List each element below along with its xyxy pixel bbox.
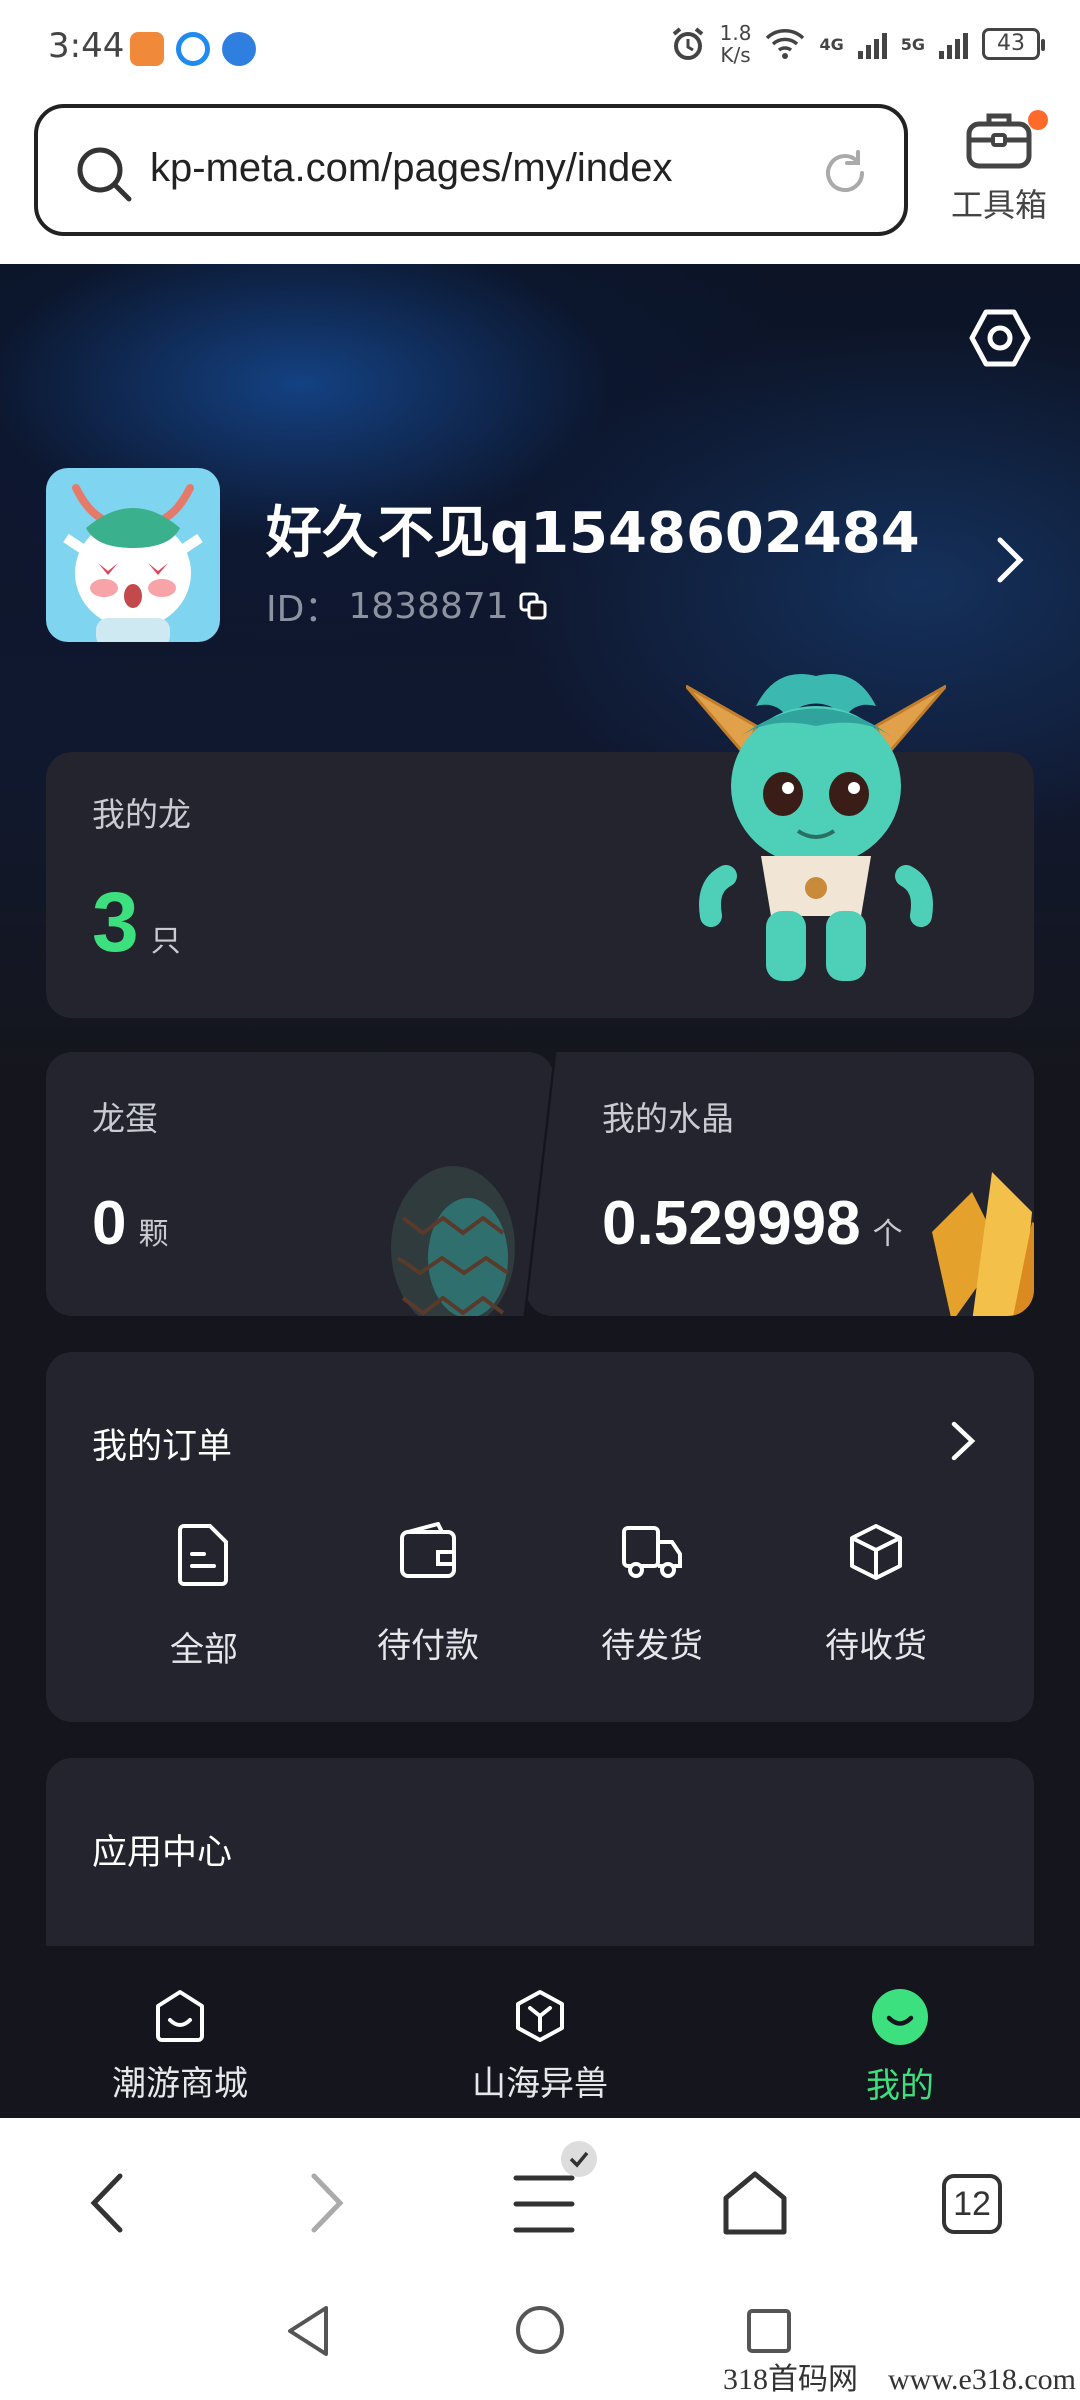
tab-label: 我的 xyxy=(866,2066,934,2106)
watermark: 318首码网 www.e318.com xyxy=(722,2363,1076,2396)
signal-icon xyxy=(939,29,968,59)
dragon-mascot-image xyxy=(686,674,946,981)
toolbox-label: 工具箱 xyxy=(950,186,1047,224)
user-id-value: 1838871 xyxy=(348,585,509,627)
my-dragon-title: 我的龙 xyxy=(92,795,191,834)
dragon-egg-title: 龙蛋 xyxy=(92,1099,158,1138)
search-icon xyxy=(77,147,132,202)
order-pending-receipt-button[interactable]: 待收货 xyxy=(776,1522,976,1667)
order-label: 待付款 xyxy=(377,1626,479,1666)
menu-icon xyxy=(513,2175,575,2233)
wallet-icon xyxy=(400,1522,456,1578)
app-notification-icon xyxy=(130,32,164,66)
tab-beasts[interactable]: 山海异兽 xyxy=(430,1988,650,2105)
alarm-icon xyxy=(672,27,703,60)
toolbox-icon xyxy=(966,113,1032,169)
notification-dot xyxy=(1028,110,1048,130)
truck-icon xyxy=(622,1526,682,1578)
app-center-card: 应用中心 xyxy=(46,1758,1034,1946)
system-nav-bar: 318首码网 www.e318.com xyxy=(0,2288,1080,2400)
browser-toolbar: kp-meta.com/pages/my/index 工具箱 xyxy=(0,96,1080,264)
system-recents-icon[interactable] xyxy=(744,2306,794,2356)
smile-icon xyxy=(872,1989,928,2045)
order-pending-payment-button[interactable]: 待付款 xyxy=(328,1522,528,1667)
shop-icon xyxy=(156,1990,204,2042)
dragon-egg-card[interactable]: 龙蛋 0颗 xyxy=(46,1052,554,1316)
avatar-dragon-icon xyxy=(63,484,203,642)
app-notification-icon xyxy=(222,32,256,66)
username: 好久不见q1548602484 xyxy=(266,501,920,566)
system-back-icon[interactable] xyxy=(284,2304,334,2358)
user-id-label: ID： xyxy=(266,589,341,630)
tab-label: 山海异兽 xyxy=(472,2064,608,2104)
crystal-image xyxy=(932,1172,1034,1316)
tab-mine[interactable]: 我的 xyxy=(790,1988,1010,2107)
tab-label: 潮游商城 xyxy=(112,2064,248,2104)
url-text[interactable]: kp-meta.com/pages/my/index xyxy=(150,146,672,191)
egg-count: 0颗 xyxy=(92,1189,169,1258)
battery-icon: 43 xyxy=(982,28,1045,60)
network-type: 5G xyxy=(900,34,925,54)
back-icon[interactable] xyxy=(84,2168,134,2238)
order-all-button[interactable]: 全部 xyxy=(104,1522,304,1671)
profile-chevron-right-icon[interactable] xyxy=(990,532,1030,588)
network-type: 4G xyxy=(819,34,844,54)
order-label: 全部 xyxy=(170,1630,238,1670)
copy-icon[interactable] xyxy=(517,590,549,622)
order-label: 待收货 xyxy=(825,1626,927,1666)
avatar[interactable] xyxy=(46,468,220,642)
my-crystal-title: 我的水晶 xyxy=(602,1099,734,1138)
signal-icon xyxy=(857,29,887,59)
user-id: ID： 1838871 xyxy=(266,580,549,632)
orders-chevron-right-icon[interactable] xyxy=(946,1416,982,1466)
my-crystal-card[interactable]: 我的水晶 0.529998 个 xyxy=(526,1052,1034,1316)
app-notification-icon xyxy=(176,32,210,66)
menu-button[interactable] xyxy=(508,2140,598,2240)
system-home-icon[interactable] xyxy=(514,2304,566,2356)
forward-icon[interactable] xyxy=(300,2168,350,2238)
status-time: 3:44 xyxy=(48,26,125,66)
my-orders-card: 我的订单 全部 待付款 待发货 待收货 xyxy=(46,1352,1034,1722)
network-speed: 1.8 K/s xyxy=(719,21,752,67)
box-icon xyxy=(850,1524,902,1580)
cube-icon xyxy=(516,1990,564,2042)
dragon-count: 3只 xyxy=(92,875,181,969)
order-label: 待发货 xyxy=(601,1626,703,1666)
address-bar[interactable]: kp-meta.com/pages/my/index xyxy=(34,104,908,236)
settings-icon[interactable] xyxy=(968,306,1032,370)
reload-icon[interactable] xyxy=(820,148,870,198)
dragon-egg-image xyxy=(391,1166,515,1316)
app-center-title: 应用中心 xyxy=(92,1833,233,1873)
bottom-tab-bar: 潮游商城 山海异兽 我的 xyxy=(0,1946,1080,2118)
status-bar: 3:44 1.8 K/s 4G 5G 43 xyxy=(0,0,1080,96)
my-page: 好久不见q1548602484 ID： 1838871 我的龙 3只 龙蛋 0颗 xyxy=(0,264,1080,1946)
crystal-count: 0.529998 个 xyxy=(602,1189,903,1258)
toolbox-button[interactable]: 工具箱 xyxy=(944,108,1054,226)
browser-nav-bar: 12 xyxy=(0,2118,1080,2288)
check-badge-icon xyxy=(561,2141,597,2177)
tab-count-button[interactable]: 12 xyxy=(942,2174,1002,2234)
wifi-icon xyxy=(766,29,805,59)
tab-shop[interactable]: 潮游商城 xyxy=(70,1988,290,2105)
home-icon[interactable] xyxy=(720,2168,790,2238)
my-orders-title: 我的订单 xyxy=(92,1427,233,1467)
order-pending-shipment-button[interactable]: 待发货 xyxy=(552,1522,752,1667)
document-icon xyxy=(178,1524,228,1586)
